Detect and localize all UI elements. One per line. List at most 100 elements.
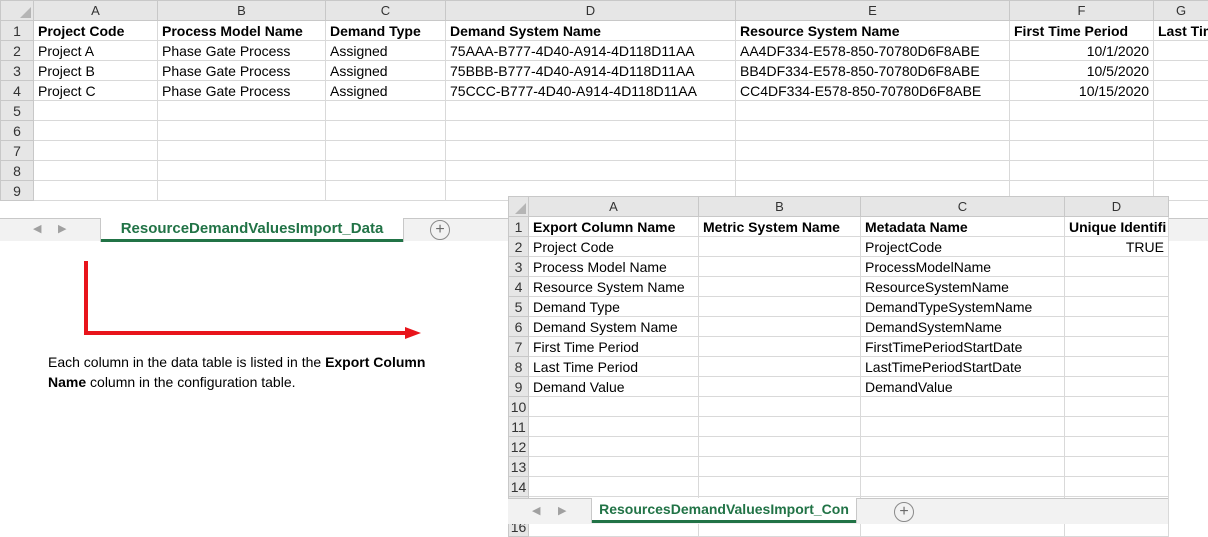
cell[interactable]: Last Time Period: [529, 357, 699, 377]
cell[interactable]: [1154, 101, 1208, 121]
cell[interactable]: Unique Identifi: [1065, 217, 1169, 237]
row-header[interactable]: 1: [509, 217, 529, 237]
cell[interactable]: Resource System Name: [529, 277, 699, 297]
cell[interactable]: [326, 141, 446, 161]
cell[interactable]: 10/1/2020: [1010, 41, 1154, 61]
cell[interactable]: [699, 377, 861, 397]
row-header[interactable]: 3: [509, 257, 529, 277]
cell[interactable]: [34, 161, 158, 181]
cell[interactable]: [326, 181, 446, 201]
scroll-tabs-left-icon[interactable]: ◀: [33, 219, 41, 239]
column-header[interactable]: G: [1154, 1, 1208, 21]
cell[interactable]: Phase Gate Process: [158, 81, 326, 101]
cell[interactable]: [1065, 297, 1169, 317]
row-header[interactable]: 6: [1, 121, 34, 141]
cell[interactable]: [326, 121, 446, 141]
cell[interactable]: AA4DF334-E578-850-70780D6F8ABE: [736, 41, 1010, 61]
cell[interactable]: [529, 457, 699, 477]
cell[interactable]: CC4DF334-E578-850-70780D6F8ABE: [736, 81, 1010, 101]
cell[interactable]: Demand Value: [529, 377, 699, 397]
cell[interactable]: [529, 397, 699, 417]
row-header[interactable]: 10: [509, 397, 529, 417]
cell[interactable]: Demand Type: [529, 297, 699, 317]
row-header[interactable]: 4: [509, 277, 529, 297]
cell[interactable]: [158, 161, 326, 181]
cell[interactable]: Export Column Name: [529, 217, 699, 237]
cell[interactable]: [699, 257, 861, 277]
scroll-tabs-right-icon[interactable]: ▶: [58, 219, 66, 239]
cell[interactable]: [1065, 457, 1169, 477]
cell[interactable]: [1065, 417, 1169, 437]
cell[interactable]: 75BBB-B777-4D40-A914-4D118D11AA: [446, 61, 736, 81]
cell[interactable]: [1010, 101, 1154, 121]
cell[interactable]: 75AAA-B777-4D40-A914-4D118D11AA: [446, 41, 736, 61]
column-header[interactable]: F: [1010, 1, 1154, 21]
cell[interactable]: [1010, 141, 1154, 161]
cell[interactable]: [699, 477, 861, 497]
row-header[interactable]: 13: [509, 457, 529, 477]
cell[interactable]: [34, 101, 158, 121]
cell[interactable]: [1010, 121, 1154, 141]
row-header[interactable]: 3: [1, 61, 34, 81]
cell[interactable]: Assigned: [326, 81, 446, 101]
row-header[interactable]: 7: [1, 141, 34, 161]
column-header[interactable]: B: [158, 1, 326, 21]
row-header[interactable]: 8: [1, 161, 34, 181]
cell[interactable]: DemandTypeSystemName: [861, 297, 1065, 317]
cell[interactable]: [446, 161, 736, 181]
cell[interactable]: [736, 101, 1010, 121]
row-header[interactable]: 2: [509, 237, 529, 257]
cell[interactable]: LastTimePeriodStartDate: [861, 357, 1065, 377]
cell[interactable]: DemandSystemName: [861, 317, 1065, 337]
cell[interactable]: Phase Gate Process: [158, 41, 326, 61]
cell[interactable]: [1154, 121, 1208, 141]
cell[interactable]: [446, 121, 736, 141]
cell[interactable]: [699, 237, 861, 257]
add-sheet-icon[interactable]: +: [430, 220, 450, 240]
cell[interactable]: [699, 317, 861, 337]
row-header[interactable]: 8: [509, 357, 529, 377]
row-header[interactable]: 1: [1, 21, 34, 41]
cell[interactable]: [1154, 61, 1208, 81]
cell[interactable]: [699, 297, 861, 317]
row-header[interactable]: 7: [509, 337, 529, 357]
cell[interactable]: [529, 417, 699, 437]
cell[interactable]: Process Model Name: [529, 257, 699, 277]
cell[interactable]: [699, 277, 861, 297]
row-header[interactable]: 9: [1, 181, 34, 201]
cell[interactable]: Demand System Name: [529, 317, 699, 337]
row-header[interactable]: 4: [1, 81, 34, 101]
cell[interactable]: [446, 141, 736, 161]
cell[interactable]: Assigned: [326, 41, 446, 61]
cell[interactable]: Project Code: [34, 21, 158, 41]
cell[interactable]: [1154, 81, 1208, 101]
row-header[interactable]: 5: [1, 101, 34, 121]
cell[interactable]: [861, 397, 1065, 417]
scroll-tabs-left-icon-2[interactable]: ◀: [532, 501, 540, 521]
cell[interactable]: Project Code: [529, 237, 699, 257]
cell[interactable]: [1065, 317, 1169, 337]
cell[interactable]: Metric System Name: [699, 217, 861, 237]
cell[interactable]: [1065, 357, 1169, 377]
cell[interactable]: BB4DF334-E578-850-70780D6F8ABE: [736, 61, 1010, 81]
cell[interactable]: [1065, 397, 1169, 417]
cell[interactable]: [34, 141, 158, 161]
cell[interactable]: [1065, 277, 1169, 297]
cell[interactable]: 75CCC-B777-4D40-A914-4D118D11AA: [446, 81, 736, 101]
cell[interactable]: 10/5/2020: [1010, 61, 1154, 81]
cell[interactable]: [158, 101, 326, 121]
cell[interactable]: [736, 141, 1010, 161]
cell[interactable]: Project C: [34, 81, 158, 101]
cell[interactable]: [699, 417, 861, 437]
tab-resourcedemandvaluesimport-data[interactable]: ResourceDemandValuesImport_Data: [101, 218, 403, 242]
tab-resourcesdemandvaluesimport-con[interactable]: ResourcesDemandValuesImport_Con: [592, 498, 856, 523]
cell[interactable]: Last Tim: [1154, 21, 1208, 41]
row-header[interactable]: 2: [1, 41, 34, 61]
column-header[interactable]: D: [1065, 197, 1169, 217]
cell[interactable]: [34, 121, 158, 141]
cell[interactable]: [699, 437, 861, 457]
cell[interactable]: [861, 437, 1065, 457]
cell[interactable]: Project B: [34, 61, 158, 81]
cell[interactable]: [699, 457, 861, 477]
cell[interactable]: [1154, 41, 1208, 61]
